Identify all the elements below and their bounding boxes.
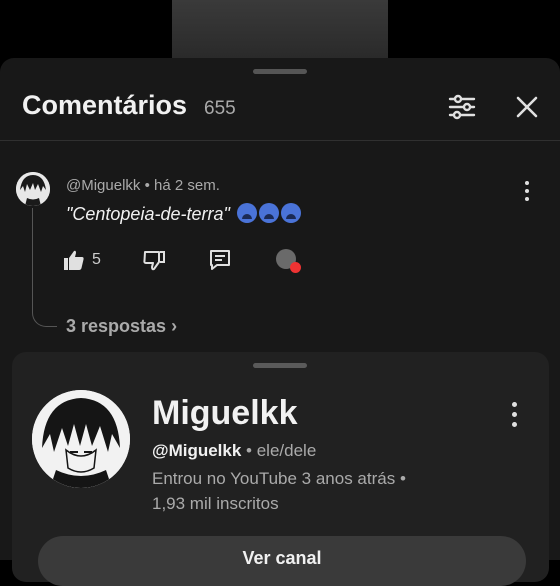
reply-comment-icon[interactable] — [208, 248, 232, 272]
thumb-up-icon[interactable] — [62, 248, 86, 272]
heart-icon — [290, 262, 301, 273]
card-drag-handle[interactable] — [253, 363, 307, 368]
view-channel-button[interactable]: Ver canal — [38, 536, 526, 586]
profile-card: Miguelkk @Miguelkk • ele/dele Entrou no … — [12, 352, 549, 586]
replies-link[interactable]: 3 respostas › — [66, 316, 177, 337]
join-date: Entrou no YouTube 3 anos atrás • — [152, 469, 406, 488]
subscriber-count: 1,93 mil inscritos — [152, 494, 279, 513]
comment-text: "Centopeia-de-terra" — [66, 203, 301, 225]
replies-label: 3 respostas — [66, 316, 167, 336]
fearful-face-emoji — [236, 203, 257, 223]
channel-name: Miguelkk — [152, 394, 298, 432]
comment-meta: @Miguelkk • há 2 sem. — [66, 177, 220, 194]
fearful-face-emoji — [280, 203, 301, 223]
avatar[interactable] — [16, 172, 50, 206]
video-thumbnail — [172, 0, 388, 58]
close-icon[interactable] — [515, 95, 539, 119]
handle-text: @Miguelkk — [152, 441, 242, 460]
pronouns: • ele/dele — [241, 441, 317, 460]
comment-body: "Centopeia-de-terra" — [66, 204, 230, 224]
header-divider — [0, 140, 560, 141]
comments-title: Comentários — [22, 90, 188, 120]
channel-handle: @Miguelkk • ele/dele — [152, 441, 316, 461]
comments-header: Comentários 655 — [22, 90, 236, 121]
thumb-down-icon[interactable] — [142, 248, 166, 272]
filter-sliders-icon[interactable] — [448, 94, 476, 120]
more-vertical-icon[interactable] — [510, 402, 518, 431]
fearful-face-emoji — [258, 203, 279, 223]
sheet-drag-handle[interactable] — [253, 69, 307, 74]
more-vertical-icon[interactable] — [524, 181, 530, 205]
comments-count: 655 — [204, 98, 236, 119]
creator-heart-avatar — [276, 249, 301, 273]
like-count: 5 — [92, 251, 101, 268]
thread-line — [32, 208, 57, 327]
channel-avatar[interactable] — [32, 390, 130, 488]
